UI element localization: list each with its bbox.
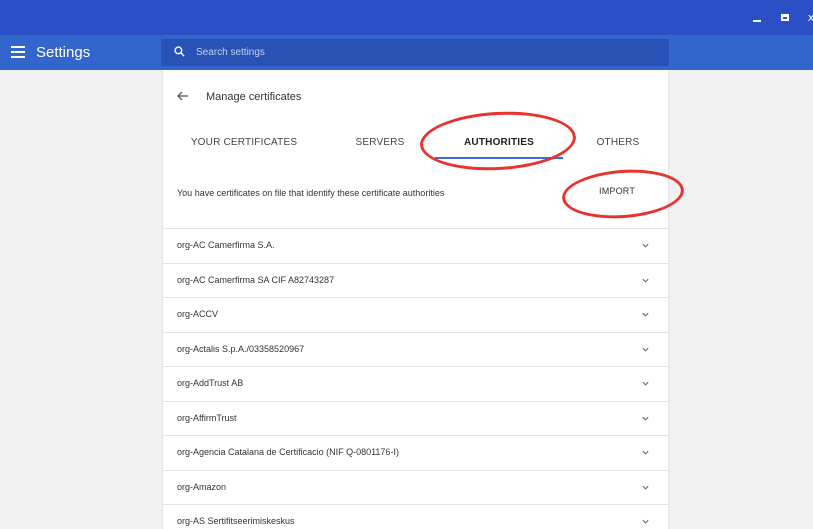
authority-name: org-AC Camerfirma SA CIF A82743287: [177, 274, 335, 285]
page-title: Manage certificates: [206, 91, 302, 103]
list-item[interactable]: org-AffirmTrust: [163, 400, 668, 436]
chevron-down-icon[interactable]: [641, 517, 650, 526]
authority-name: org-AffirmTrust: [177, 412, 237, 423]
import-button[interactable]: IMPORT: [599, 184, 635, 198]
close-icon: x: [807, 11, 813, 24]
certificate-tabs: YOUR CERTIFICATES SERVERS AUTHORITIES OT…: [163, 128, 668, 162]
chevron-down-icon[interactable]: [641, 310, 650, 319]
search-icon: [174, 46, 185, 57]
authorities-list: org-AC Camerfirma S.A. org-AC Camerfirma…: [163, 228, 668, 529]
list-item[interactable]: org-AC Camerfirma SA CIF A82743287: [163, 262, 668, 298]
authority-name: org-Agencia Catalana de Certificacio (NI…: [177, 447, 399, 457]
manage-certificates-card: Manage certificates YOUR CERTIFICATES SE…: [163, 70, 668, 529]
window-titlebar: x: [0, 0, 813, 35]
authorities-description: You have certificates on file that ident…: [177, 188, 445, 198]
chevron-down-icon[interactable]: [641, 241, 650, 250]
back-arrow-icon[interactable]: [176, 89, 190, 103]
chevron-down-icon[interactable]: [641, 414, 650, 423]
list-item[interactable]: org-Actalis S.p.A./03358520967: [163, 331, 668, 367]
tab-others[interactable]: OTHERS: [585, 128, 651, 162]
list-item[interactable]: org-AC Camerfirma S.A.: [163, 228, 668, 263]
chevron-down-icon[interactable]: [641, 345, 650, 354]
authority-name: org-AS Sertifitseerimiskeskus: [177, 516, 295, 526]
authority-name: org-Amazon: [177, 481, 227, 492]
list-item[interactable]: org-Agencia Catalana de Certificacio (NI…: [163, 435, 668, 470]
tab-your-certificates[interactable]: YOUR CERTIFICATES: [183, 128, 305, 162]
minimize-icon: [753, 19, 761, 22]
chevron-down-icon[interactable]: [641, 483, 650, 492]
authority-name: org-Actalis S.p.A./03358520967: [177, 343, 305, 354]
close-button[interactable]: x: [799, 0, 813, 35]
hamburger-menu-icon[interactable]: [11, 46, 25, 58]
app-title: Settings: [36, 44, 91, 61]
search-input[interactable]: [196, 39, 656, 66]
minimize-button[interactable]: [743, 0, 771, 35]
app-header: Settings: [0, 35, 813, 70]
search-box[interactable]: [161, 39, 669, 66]
chevron-down-icon[interactable]: [641, 276, 650, 285]
list-item[interactable]: org-Amazon: [163, 469, 668, 505]
chevron-down-icon[interactable]: [641, 448, 650, 457]
list-item[interactable]: org-AS Sertifitseerimiskeskus: [163, 504, 668, 529]
tab-servers[interactable]: SERVERS: [343, 128, 417, 162]
window-controls: x: [743, 0, 813, 35]
list-item[interactable]: org-AddTrust AB: [163, 366, 668, 401]
active-tab-indicator: [435, 157, 563, 159]
maximize-button[interactable]: [771, 0, 799, 35]
list-item[interactable]: org-ACCV: [163, 297, 668, 332]
authority-name: org-AddTrust AB: [177, 378, 244, 388]
maximize-icon: [781, 14, 789, 21]
authority-name: org-AC Camerfirma S.A.: [177, 240, 275, 250]
authority-name: org-ACCV: [177, 309, 219, 319]
chevron-down-icon[interactable]: [641, 379, 650, 388]
